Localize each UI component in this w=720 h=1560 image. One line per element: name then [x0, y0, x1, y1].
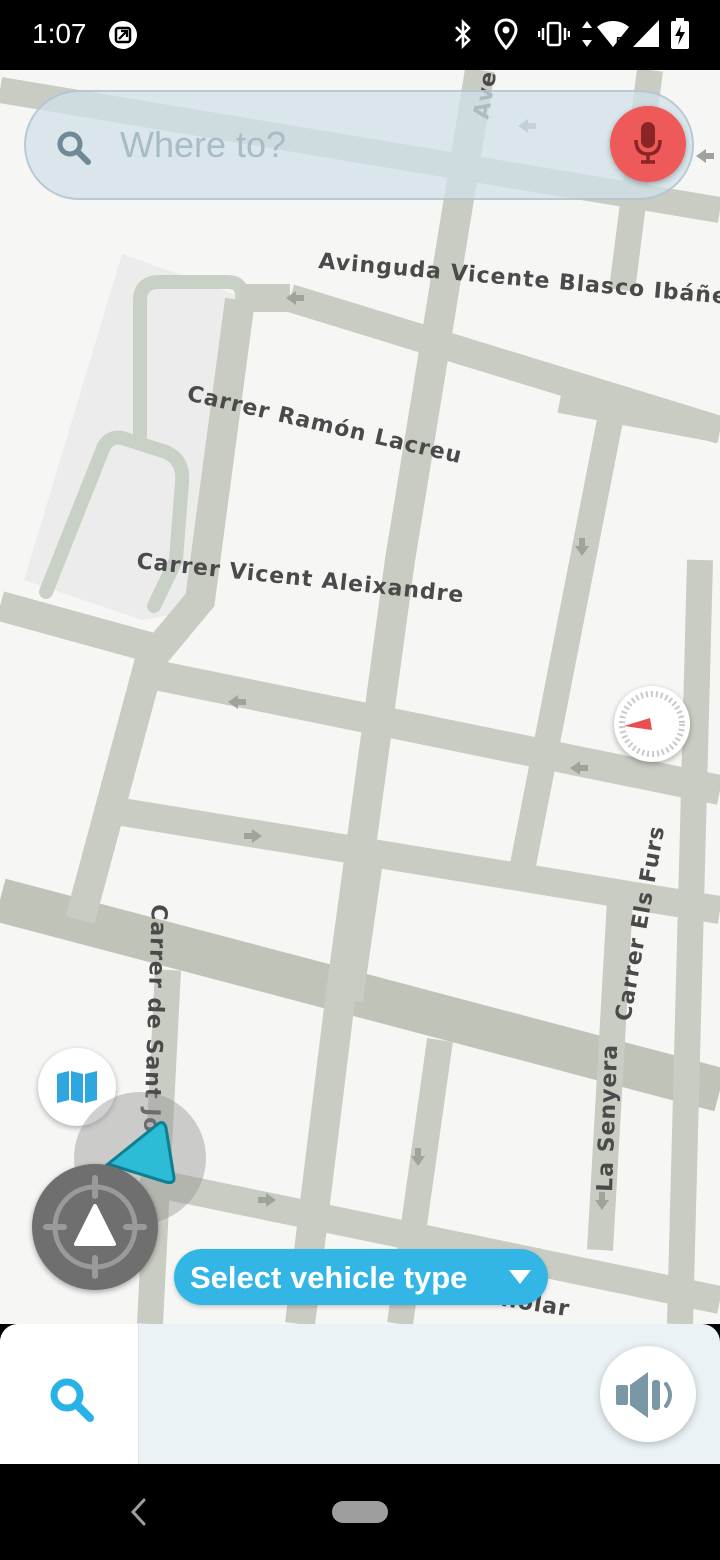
map-icon: [57, 1071, 97, 1103]
select-vehicle-type-button[interactable]: Select vehicle type: [174, 1249, 548, 1305]
vibrate-icon: [537, 18, 571, 55]
recenter-icon: [43, 1175, 147, 1279]
sound-settings-button[interactable]: [600, 1346, 696, 1442]
search-icon: [50, 1378, 94, 1422]
recenter-button[interactable]: [32, 1164, 158, 1290]
speaker-icon: [616, 1372, 672, 1418]
microphone-button[interactable]: [610, 106, 686, 182]
search-placeholder[interactable]: Where to?: [120, 124, 286, 166]
location-icon: [494, 18, 518, 55]
system-nav-bar: [0, 1464, 720, 1560]
search-icon: [56, 130, 92, 171]
wifi-icon: [596, 18, 630, 55]
data-arrows-icon: [580, 18, 594, 55]
battery-charging-icon: [670, 18, 690, 55]
bottom-search-button[interactable]: [0, 1324, 139, 1464]
compass-button[interactable]: [614, 686, 690, 762]
microphone-icon: [634, 122, 662, 164]
chevron-down-icon: [509, 1270, 531, 1284]
bluetooth-icon: [452, 18, 474, 55]
status-time: 1:07: [32, 18, 87, 49]
home-pill[interactable]: [332, 1501, 388, 1523]
back-icon[interactable]: [126, 1494, 150, 1530]
screen-record-icon: [108, 20, 138, 55]
signal-icon: [632, 18, 660, 55]
compass-icon: [619, 691, 685, 757]
select-vehicle-type-label: Select vehicle type: [190, 1260, 468, 1295]
street-label-la-senyera: La Senyera: [593, 1044, 623, 1193]
status-bar: 1:07 5: [0, 0, 720, 70]
street-label-blasco-ibanez: Avinguda Vicente Blasco Ibáñez: [317, 249, 720, 311]
wifi-badge: 5: [616, 34, 624, 49]
